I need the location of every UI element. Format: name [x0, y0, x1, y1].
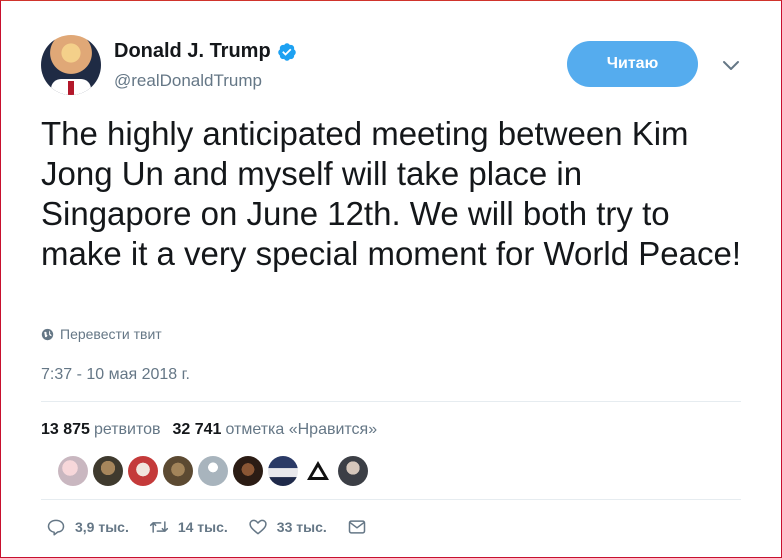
globe-icon — [41, 328, 54, 340]
tweet-text: The highly anticipated meeting between K… — [41, 115, 741, 272]
tweet-actions: 3,9 тыс. 14 тыс. 33 тыс. — [46, 517, 387, 537]
retweets-label: ретвитов — [93, 421, 161, 438]
retweet-count: 14 тыс. — [177, 519, 228, 535]
likes-label: отметка «Нравится» — [225, 421, 378, 438]
liker-avatar[interactable] — [303, 456, 333, 486]
divider — [41, 499, 741, 500]
heart-icon — [249, 519, 267, 535]
author-avatar[interactable] — [41, 35, 101, 95]
likes-stat[interactable]: 32 741 отметка «Нравится» — [173, 421, 378, 439]
triangle-logo-icon — [307, 461, 329, 480]
tweet-timestamp[interactable]: 7:37 - 10 мая 2018 г. — [41, 366, 190, 384]
author-handle[interactable]: @realDonaldTrump — [114, 71, 262, 91]
divider — [41, 401, 741, 402]
tweet-stats: 13 875 ретвитов 32 741 отметка «Нравится» — [41, 421, 377, 439]
liker-avatar[interactable] — [233, 456, 263, 486]
reply-icon — [47, 519, 65, 536]
liker-avatar[interactable] — [128, 456, 158, 486]
author-name-row[interactable]: Donald J. Trump — [114, 40, 297, 63]
translate-label[interactable]: Перевести твит — [60, 326, 162, 342]
chevron-down-icon[interactable] — [721, 59, 741, 73]
retweets-count: 13 875 — [41, 421, 90, 438]
liker-avatar[interactable] — [198, 456, 228, 486]
like-button[interactable]: 33 тыс. — [248, 517, 327, 537]
reply-count: 3,9 тыс. — [75, 519, 129, 535]
author-name[interactable]: Donald J. Trump — [114, 40, 271, 63]
liker-avatar[interactable] — [163, 456, 193, 486]
retweet-button[interactable]: 14 тыс. — [149, 517, 228, 537]
translate-tweet-link[interactable]: Перевести твит — [41, 326, 162, 342]
liker-avatar[interactable] — [268, 456, 298, 486]
like-count: 33 тыс. — [276, 519, 327, 535]
following-button[interactable]: Читаю — [567, 41, 698, 87]
liker-avatar[interactable] — [338, 456, 368, 486]
retweets-stat[interactable]: 13 875 ретвитов — [41, 421, 161, 439]
direct-message-button[interactable] — [347, 517, 367, 537]
liker-avatars — [58, 456, 368, 486]
retweet-icon — [149, 521, 168, 533]
verified-badge-icon — [277, 42, 296, 61]
liker-avatar[interactable] — [58, 456, 88, 486]
reply-button[interactable]: 3,9 тыс. — [46, 517, 129, 537]
likes-count: 32 741 — [172, 421, 222, 438]
envelope-icon — [348, 520, 365, 534]
liker-avatar[interactable] — [93, 456, 123, 486]
